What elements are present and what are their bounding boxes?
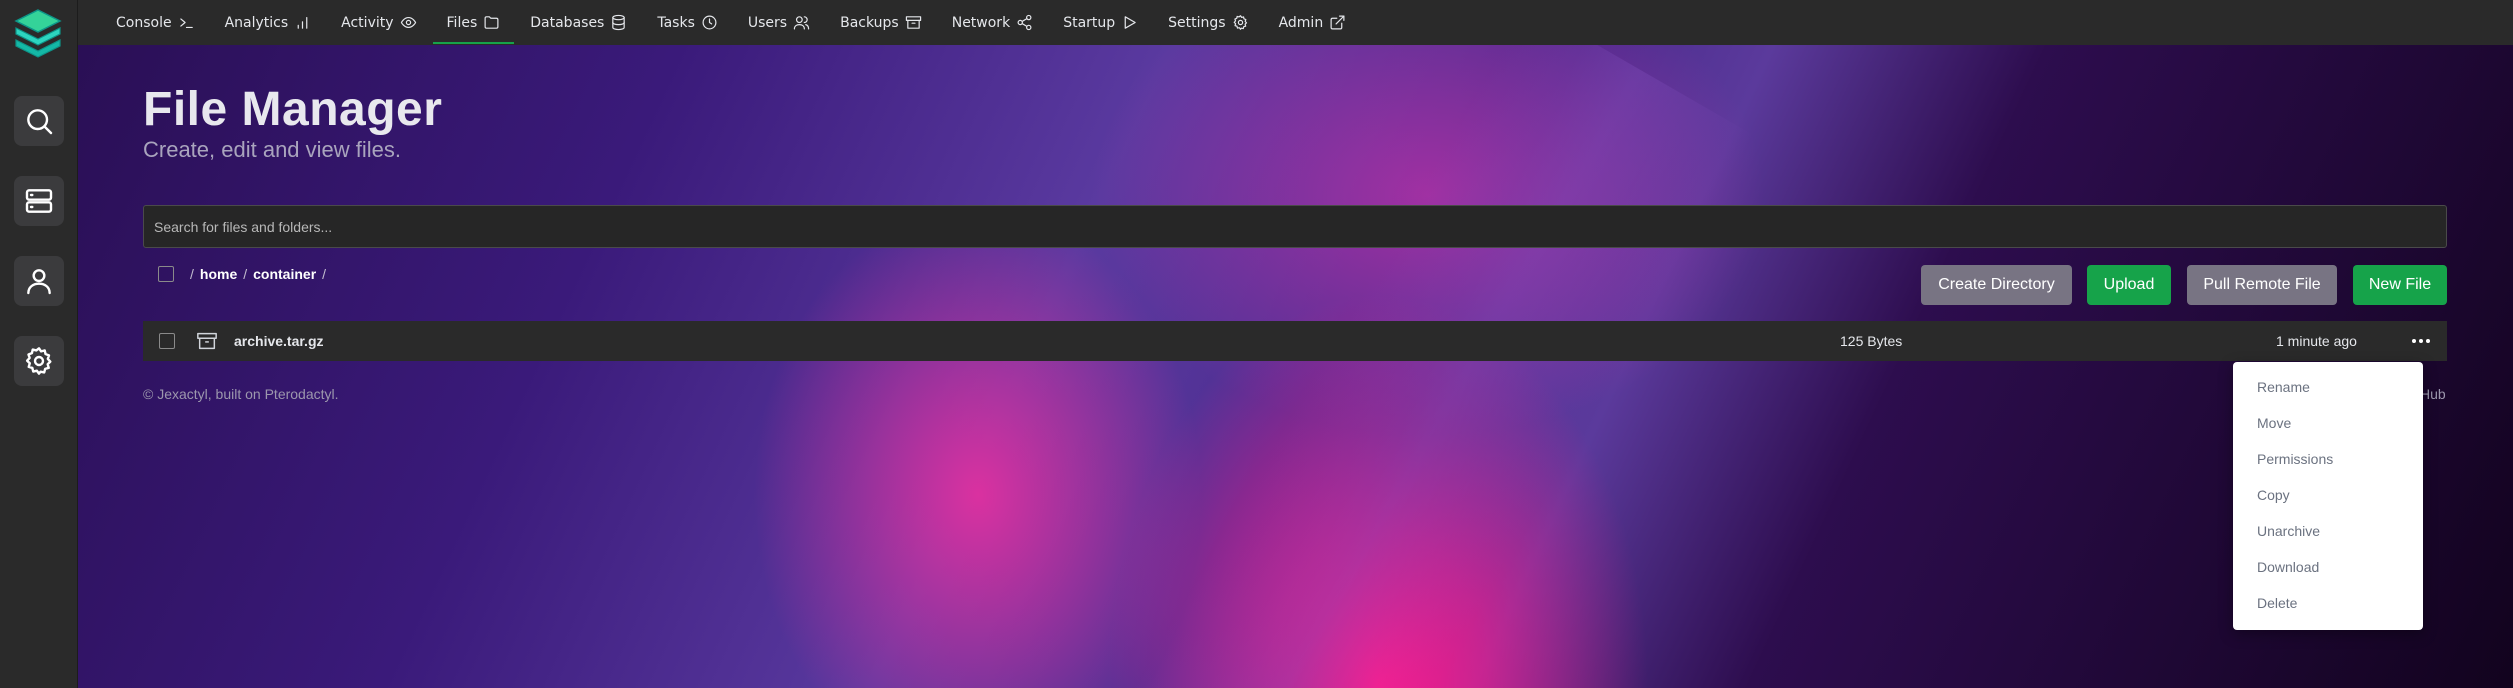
nav-label: Activity: [341, 14, 394, 31]
nav-label: Databases: [530, 14, 605, 31]
breadcrumb-separator: /: [322, 266, 327, 282]
menu-item-rename[interactable]: Rename: [2233, 369, 2423, 405]
pull-remote-file-button[interactable]: Pull Remote File: [2187, 265, 2337, 305]
archive-icon: [905, 16, 921, 29]
page-subtitle: Create, edit and view files.: [143, 137, 402, 162]
external-link-icon: [1330, 15, 1345, 30]
archive-icon: [197, 332, 217, 350]
nav-label: Files: [446, 14, 478, 31]
dot-icon: [2419, 339, 2423, 343]
bar-chart-icon: [297, 16, 308, 29]
terminal-icon: [179, 18, 193, 29]
nav-label: Tasks: [657, 14, 695, 31]
nav-label: Console: [116, 14, 172, 31]
nav-users[interactable]: Users: [734, 0, 824, 45]
nav-label: Network: [951, 14, 1011, 31]
share-icon: [1017, 14, 1032, 31]
nav-backups[interactable]: Backups: [826, 0, 936, 45]
menu-item-download[interactable]: Download: [2233, 549, 2423, 585]
nav-tasks[interactable]: Tasks: [643, 0, 732, 45]
menu-item-delete[interactable]: Delete: [2233, 585, 2423, 621]
users-icon: [793, 16, 810, 30]
nav-label: Backups: [840, 14, 899, 31]
file-name[interactable]: archive.tar.gz: [234, 333, 324, 349]
select-all-checkbox[interactable]: [158, 266, 174, 282]
nav-settings[interactable]: Settings: [1154, 0, 1262, 45]
sidebar-search-button[interactable]: [14, 96, 64, 146]
nav-analytics[interactable]: Analytics: [211, 0, 326, 45]
nav-activity[interactable]: Activity: [327, 0, 430, 45]
file-row[interactable]: archive.tar.gz 125 Bytes 1 minute ago: [143, 321, 2447, 361]
file-checkbox[interactable]: [159, 333, 175, 349]
nav-startup[interactable]: Startup: [1049, 0, 1152, 45]
nav-label: Startup: [1063, 14, 1116, 31]
menu-item-copy[interactable]: Copy: [2233, 477, 2423, 513]
folder-icon: [484, 16, 499, 29]
sidebar-account-button[interactable]: [14, 256, 64, 306]
search-input[interactable]: [143, 205, 2447, 248]
nav-console[interactable]: Console: [102, 0, 209, 45]
server-icon: [25, 189, 53, 213]
nav-admin[interactable]: Admin: [1265, 0, 1361, 45]
database-icon: [612, 14, 626, 31]
sidebar-servers-button[interactable]: [14, 176, 64, 226]
eye-icon: [400, 16, 416, 29]
nav-files[interactable]: Files: [432, 0, 515, 45]
upload-button[interactable]: Upload: [2087, 265, 2171, 305]
breadcrumb-home[interactable]: home: [200, 266, 237, 282]
sidebar: [0, 0, 78, 688]
nav-label: Settings: [1168, 14, 1226, 31]
breadcrumb-container[interactable]: container: [253, 266, 316, 282]
play-icon: [1124, 16, 1136, 29]
dot-icon: [2412, 339, 2416, 343]
sidebar-settings-button[interactable]: [14, 336, 64, 386]
top-navigation: Console Analytics Activity Files Databas…: [78, 0, 2513, 45]
footer-hub-link[interactable]: Hub: [2420, 386, 2446, 402]
gear-icon: [1233, 15, 1247, 30]
more-options-button[interactable]: [2407, 327, 2435, 355]
logo-icon[interactable]: [12, 6, 64, 58]
file-modified: 1 minute ago: [2276, 333, 2357, 349]
file-size: 125 Bytes: [1840, 333, 1903, 349]
menu-item-permissions[interactable]: Permissions: [2233, 441, 2423, 477]
nav-label: Users: [747, 14, 788, 31]
gear-icon: [25, 347, 52, 375]
menu-item-unarchive[interactable]: Unarchive: [2233, 513, 2423, 549]
new-file-button[interactable]: New File: [2353, 265, 2447, 305]
nav-network[interactable]: Network: [938, 0, 1047, 45]
context-menu: Rename Move Permissions Copy Unarchive D…: [2233, 362, 2423, 630]
breadcrumb-separator: /: [243, 266, 248, 282]
create-directory-button[interactable]: Create Directory: [1921, 265, 2072, 305]
clock-icon: [702, 15, 717, 30]
footer-copyright[interactable]: © Jexactyl, built on Pterodactyl.: [143, 386, 339, 402]
page-title: File Manager: [143, 83, 443, 136]
menu-item-move[interactable]: Move: [2233, 405, 2423, 441]
breadcrumb: / home / container /: [158, 266, 332, 282]
user-icon: [27, 269, 51, 295]
nav-label: Admin: [1278, 14, 1324, 31]
breadcrumb-separator[interactable]: /: [190, 266, 194, 282]
nav-label: Analytics: [224, 14, 289, 31]
background: [78, 45, 2513, 688]
nav-databases[interactable]: Databases: [516, 0, 641, 45]
dot-icon: [2426, 339, 2430, 343]
search-icon: [27, 109, 53, 135]
